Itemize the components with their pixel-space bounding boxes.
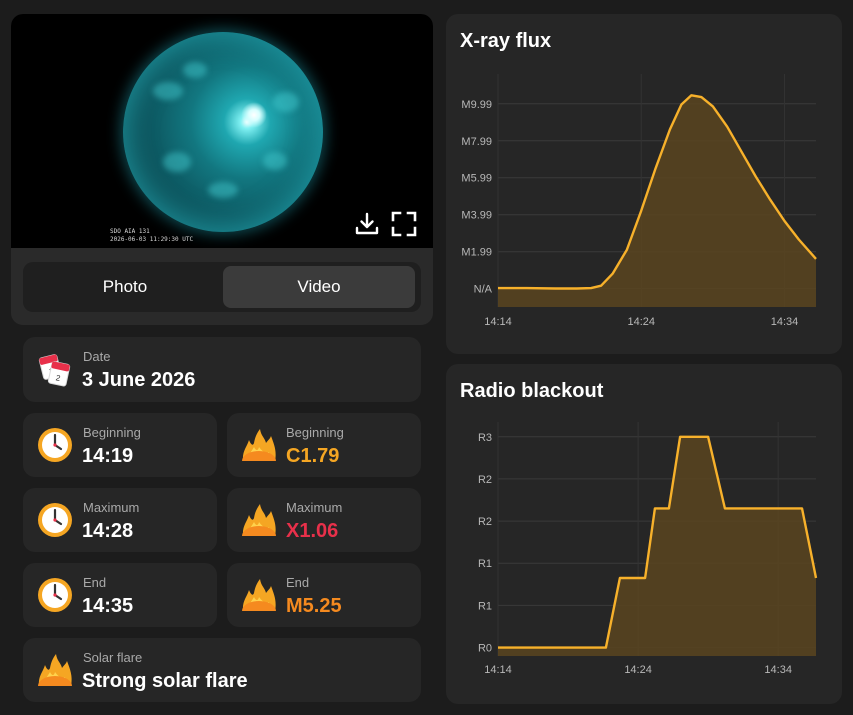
radio-x-tick-label: 14:24 xyxy=(624,664,652,676)
end-time-card: End 14:35 xyxy=(23,563,217,627)
tab-video[interactable]: Video xyxy=(223,266,415,308)
fire-icon xyxy=(38,654,72,686)
xray-y-tick-label: N/A xyxy=(474,284,493,296)
date-label: Date xyxy=(83,349,111,364)
date-card: 1 2 Date 3 June 2026 xyxy=(23,337,421,402)
end-class-label: End xyxy=(286,575,310,590)
radio-x-tick-label: 14:14 xyxy=(484,664,512,676)
beginning-time-card: Beginning 14:19 xyxy=(23,413,217,477)
radio-y-tick-label: R1 xyxy=(478,600,492,612)
radio-blackout-chart: R0 R1 R1 R2 R2 R3 14:14 14:24 14:34 xyxy=(478,422,818,676)
radio-area-fill xyxy=(498,436,816,656)
solar-flare-value: Strong solar flare xyxy=(82,670,248,692)
radio-blackout-chart-card: Radio blackout R0 R1 R1 R2 R2 R3 14:14 14:24 14:… xyxy=(446,364,842,704)
maximum-time-card: Maximum 14:28 xyxy=(23,488,217,552)
media-card: SDO AIA 131 2026-06-03 11:29:30 UTC Phot… xyxy=(11,14,433,325)
beginning-time-value: 14:19 xyxy=(82,445,134,467)
radio-y-tick-label: R3 xyxy=(478,432,492,444)
xray-y-tick-label: M3.99 xyxy=(461,210,492,222)
xray-x-tick-label: 14:14 xyxy=(484,316,512,328)
image-timestamp: SDO AIA 131 2026-06-03 11:29:30 UTC xyxy=(110,228,193,244)
beginning-time-label: Beginning xyxy=(83,425,141,440)
radio-y-tick-label: R2 xyxy=(478,516,492,528)
download-button[interactable] xyxy=(353,210,381,238)
maximum-time-label: Maximum xyxy=(83,500,140,515)
fire-icon xyxy=(242,504,276,536)
xray-y-tick-label: M7.99 xyxy=(461,136,492,148)
xray-flux-chart-card: X-ray flux N/A M1.99 M3.99 M5.99 M7.99 M9.99 1… xyxy=(446,14,842,354)
xray-area-fill xyxy=(498,95,816,307)
solar-flare-label: Solar flare xyxy=(83,650,143,665)
beginning-class-label: Beginning xyxy=(286,425,344,440)
maximum-class-label: Maximum xyxy=(286,500,343,515)
date-value: 3 June 2026 xyxy=(82,369,196,391)
end-class-value: M5.25 xyxy=(286,595,342,617)
clock-icon xyxy=(38,503,72,537)
download-icon xyxy=(355,212,379,235)
flare-highlight xyxy=(241,102,267,128)
end-class-card: End M5.25 xyxy=(227,563,421,627)
radio-y-tick-label: R0 xyxy=(478,643,492,655)
fullscreen-button[interactable] xyxy=(390,210,418,238)
tab-photo[interactable]: Photo xyxy=(29,266,221,308)
end-time-label: End xyxy=(83,575,107,590)
xray-y-tick-label: M1.99 xyxy=(461,247,492,259)
xray-x-tick-label: 14:34 xyxy=(771,316,799,328)
sun-image xyxy=(123,32,323,232)
maximum-time-value: 14:28 xyxy=(82,520,134,542)
fullscreen-icon xyxy=(391,211,417,237)
solar-flare-card: Solar flare Strong solar flare xyxy=(23,638,421,702)
radio-x-tick-label: 14:34 xyxy=(764,664,792,676)
fire-icon xyxy=(242,579,276,611)
end-time-value: 14:35 xyxy=(82,595,134,617)
media-mode-toggle: Photo Video xyxy=(23,262,421,312)
beginning-class-card: Beginning C1.79 xyxy=(227,413,421,477)
image-instrument-label: SDO AIA 131 xyxy=(110,228,150,235)
solar-image-viewer[interactable]: SDO AIA 131 2026-06-03 11:29:30 UTC xyxy=(11,14,433,248)
xray-y-tick-label: M9.99 xyxy=(461,99,492,111)
xray-flux-chart: N/A M1.99 M3.99 M5.99 M7.99 M9.99 14:14 14:24 14… xyxy=(461,74,817,328)
clock-icon xyxy=(38,428,72,462)
xray-y-tick-label: M5.99 xyxy=(461,173,492,185)
xray-x-tick-label: 14:24 xyxy=(627,316,655,328)
maximum-class-value: X1.06 xyxy=(286,520,339,542)
clock-icon xyxy=(38,578,72,612)
calendar-icon: 1 2 xyxy=(38,354,71,387)
radio-y-tick-label: R1 xyxy=(478,558,492,570)
image-time-label: 2026-06-03 11:29:30 UTC xyxy=(110,236,194,243)
radio-y-tick-label: R2 xyxy=(478,474,492,486)
maximum-class-card: Maximum X1.06 xyxy=(227,488,421,552)
fire-icon xyxy=(242,429,276,461)
beginning-class-value: C1.79 xyxy=(286,445,340,467)
